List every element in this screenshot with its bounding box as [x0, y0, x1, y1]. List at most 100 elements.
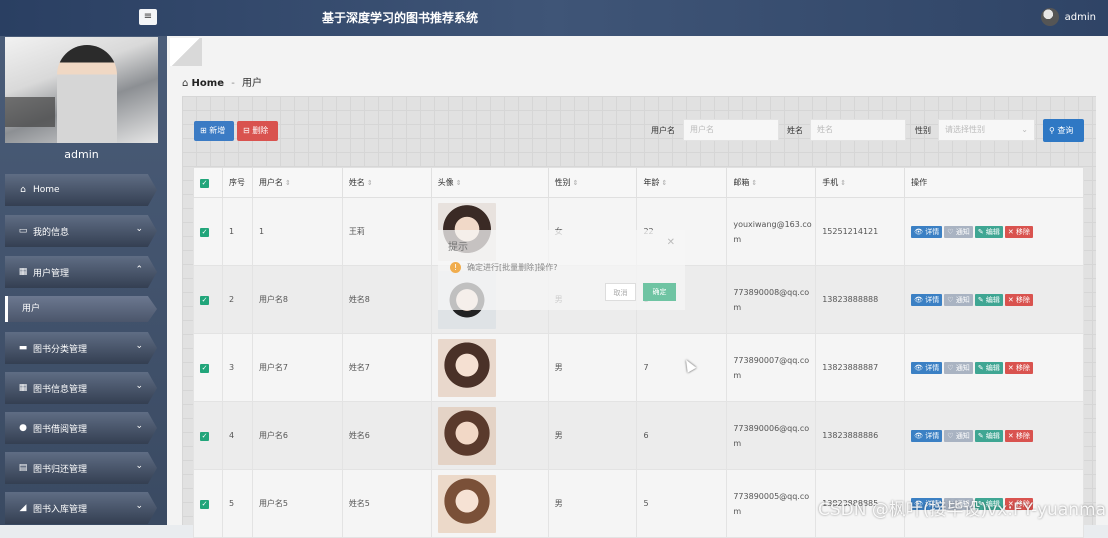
- chevron-up-icon: ⌃: [135, 265, 143, 275]
- cell-actions: 👁 详情 ♡ 通知 ✎ 编辑 ✕ 移除: [904, 333, 1084, 402]
- sidebar-item-book-category[interactable]: ▬ 图书分类管理 ⌄: [5, 332, 157, 364]
- row-checkbox[interactable]: ✓: [193, 333, 223, 402]
- close-icon[interactable]: ✕: [667, 237, 675, 248]
- action-label: 移除: [1016, 431, 1030, 440]
- row-checkbox[interactable]: ✓: [193, 469, 223, 538]
- chevron-down-icon: ⌄: [135, 224, 143, 234]
- search-button[interactable]: ⚲ 查询: [1043, 119, 1084, 142]
- cell-name: 王莉: [341, 197, 432, 266]
- username-filter-label: 用户名: [651, 126, 675, 135]
- col-index: 序号: [221, 167, 253, 198]
- action-label: 移除: [1016, 295, 1030, 304]
- detail-button[interactable]: 👁 详情: [911, 293, 943, 306]
- notify-button[interactable]: ♡ 通知: [944, 361, 973, 374]
- row-checkbox[interactable]: ✓: [193, 197, 223, 266]
- cell-age: 7: [636, 333, 728, 402]
- remove-button[interactable]: ✕ 移除: [1004, 429, 1033, 442]
- check-icon: ✓: [200, 499, 209, 509]
- gender-filter-select[interactable]: 请选择性别 ⌄: [938, 119, 1035, 141]
- cancel-button[interactable]: 取消: [605, 283, 636, 301]
- action-label: 详情: [925, 431, 940, 440]
- briefcase-icon: ▬: [18, 343, 28, 353]
- sidebar-item-book-info[interactable]: ▦ 图书信息管理 ⌄: [5, 372, 157, 404]
- action-label: 通知: [955, 227, 970, 236]
- sidebar-item-label: 用户管理: [33, 268, 70, 279]
- col-label: 头像: [437, 178, 454, 187]
- sidebar-item-book-return[interactable]: ▤ 图书归还管理 ⌄: [5, 452, 157, 484]
- breadcrumb: ⌂ Home - 用户: [182, 74, 262, 89]
- col-email[interactable]: 邮箱 ⇕: [726, 167, 817, 198]
- detail-button[interactable]: 👁 详情: [911, 429, 943, 442]
- check-icon: ✓: [200, 227, 209, 237]
- action-label: 编辑: [985, 227, 1000, 236]
- user-menu[interactable]: admin: [1040, 8, 1096, 26]
- delete-button[interactable]: ⊟ 删除: [237, 121, 278, 141]
- detail-button[interactable]: 👁 详情: [911, 361, 943, 374]
- col-label: 用户名: [258, 178, 283, 187]
- sidebar-item-book-stock[interactable]: ◢ 图书入库管理 ⌄: [5, 492, 157, 524]
- profile-photo: [5, 37, 158, 143]
- cell-phone: 13823888888: [815, 265, 906, 334]
- row-checkbox[interactable]: ✓: [193, 401, 223, 470]
- avatar: [437, 338, 496, 397]
- chart-icon: ◢: [19, 503, 27, 513]
- sidebar-item-label: 我的信息: [33, 227, 70, 238]
- warning-icon: !: [450, 262, 461, 273]
- confirm-button[interactable]: 确定: [643, 283, 676, 301]
- sort-icon: ⇕: [455, 179, 462, 187]
- action-label: 编辑: [985, 363, 1000, 372]
- cell-actions: 👁 详情 ♡ 通知 ✎ 编辑 ✕ 移除: [904, 401, 1084, 470]
- sidebar-item-home[interactable]: ⌂ Home: [5, 174, 157, 206]
- menu-toggle-icon[interactable]: ≡: [139, 9, 157, 25]
- col-label: 邮箱: [733, 178, 750, 187]
- cell-index: 3: [221, 333, 253, 402]
- detail-button[interactable]: 👁 详情: [911, 225, 943, 238]
- edit-button[interactable]: ✎ 编辑: [974, 361, 1003, 374]
- col-phone[interactable]: 手机 ⇕: [815, 167, 906, 198]
- add-button[interactable]: ⊞ 新增: [194, 121, 234, 141]
- notify-button[interactable]: ♡ 通知: [944, 293, 973, 306]
- edit-button[interactable]: ✎ 编辑: [974, 225, 1003, 238]
- col-age[interactable]: 年龄 ⇕: [636, 167, 728, 198]
- avatar: [437, 406, 496, 465]
- cell-actions: 👁 详情 ♡ 通知 ✎ 编辑 ✕ 移除: [904, 197, 1084, 266]
- notify-button[interactable]: ♡ 通知: [944, 429, 973, 442]
- cell-username: 用户名7: [251, 333, 343, 402]
- table-row: ✓ 4 用户名6 姓名6 男 6 773890006@qq.com 138238…: [193, 401, 1084, 470]
- cell-actions: 👁 详情 ♡ 通知 ✎ 编辑 ✕ 移除: [904, 265, 1084, 334]
- user-name: admin: [1064, 11, 1096, 23]
- edit-button[interactable]: ✎ 编辑: [974, 429, 1003, 442]
- col-avatar[interactable]: 头像 ⇕: [430, 167, 549, 198]
- row-checkbox[interactable]: ✓: [193, 265, 223, 334]
- col-gender[interactable]: 性别 ⇕: [547, 167, 638, 198]
- sidebar-item-my-info[interactable]: ▭ 我的信息 ⌄: [5, 215, 157, 247]
- col-label: 手机: [822, 178, 839, 187]
- confirm-dialog: 提示 ✕ ! 确定进行[批量删除]操作? 取消 确定: [438, 230, 685, 310]
- name-filter-input[interactable]: 姓名: [810, 119, 906, 141]
- printer-icon: ▤: [18, 463, 28, 473]
- select-all-checkbox[interactable]: ✓: [193, 167, 223, 198]
- cell-age: 6: [636, 401, 728, 470]
- col-username[interactable]: 用户名 ⇕: [251, 167, 343, 198]
- sidebar-item-book-borrow[interactable]: ● 图书借阅管理 ⌄: [5, 412, 157, 444]
- breadcrumb-separator: -: [231, 78, 235, 89]
- edit-button[interactable]: ✎ 编辑: [974, 293, 1003, 306]
- sidebar-item-label: 图书信息管理: [33, 384, 88, 395]
- cell-gender: 男: [547, 401, 638, 470]
- cell-name: 姓名8: [341, 265, 432, 334]
- chevron-down-icon: ⌄: [135, 461, 143, 471]
- remove-button[interactable]: ✕ 移除: [1004, 361, 1033, 374]
- remove-button[interactable]: ✕ 移除: [1004, 293, 1033, 306]
- sidebar-item-user-management[interactable]: ▦ 用户管理 ⌃: [5, 256, 157, 288]
- action-label: 详情: [925, 295, 940, 304]
- sort-icon: ⇕: [661, 179, 668, 187]
- col-name[interactable]: 姓名 ⇕: [341, 167, 432, 198]
- cell-index: 4: [221, 401, 253, 470]
- breadcrumb-home[interactable]: Home: [192, 78, 224, 89]
- notify-button[interactable]: ♡ 通知: [944, 225, 973, 238]
- remove-button[interactable]: ✕ 移除: [1004, 225, 1033, 238]
- sidebar-subitem-users[interactable]: 用户: [5, 296, 157, 322]
- chevron-down-icon: ⌄: [135, 421, 143, 431]
- profile-name: admin: [64, 148, 99, 161]
- username-filter-input[interactable]: 用户名: [683, 119, 779, 141]
